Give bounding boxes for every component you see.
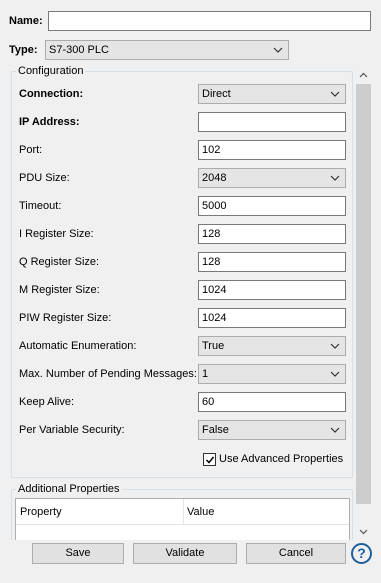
checkmark-icon xyxy=(205,456,215,464)
chevron-down-icon xyxy=(273,47,283,53)
per-variable-security-select-value: False xyxy=(202,424,229,436)
configuration-group xyxy=(11,71,353,478)
pdu-size-select-value: 2048 xyxy=(202,172,227,184)
max-pending-select[interactable]: 1 xyxy=(198,364,346,384)
per-variable-security-select[interactable]: False xyxy=(198,420,346,440)
m-register-label: M Register Size: xyxy=(19,284,100,296)
save-button[interactable]: Save xyxy=(32,543,124,564)
chevron-down-icon xyxy=(330,175,340,181)
ip-address-input[interactable] xyxy=(198,112,346,132)
piw-register-label: PIW Register Size: xyxy=(19,312,112,324)
advanced-properties-checkbox[interactable] xyxy=(203,453,216,466)
keep-alive-input[interactable]: 60 xyxy=(198,392,346,412)
name-input[interactable] xyxy=(48,11,371,31)
i-register-input[interactable]: 128 xyxy=(198,224,346,244)
type-label: Type: xyxy=(9,44,38,56)
chevron-down-icon xyxy=(330,427,340,433)
name-label: Name: xyxy=(9,15,43,27)
m-register-input[interactable]: 1024 xyxy=(198,280,346,300)
vertical-scrollbar[interactable] xyxy=(355,68,372,540)
ip-address-label: IP Address: xyxy=(19,116,80,128)
connection-label: Connection: xyxy=(19,88,84,100)
connection-select[interactable]: Direct xyxy=(198,84,346,104)
type-select[interactable]: S7-300 PLC xyxy=(45,40,289,60)
q-register-label: Q Register Size: xyxy=(19,256,100,268)
chevron-down-icon xyxy=(330,371,340,377)
q-register-input[interactable]: 128 xyxy=(198,252,346,272)
per-variable-security-label: Per Variable Security: xyxy=(19,424,125,436)
port-input[interactable]: 102 xyxy=(198,140,346,160)
help-icon[interactable]: ? xyxy=(351,543,372,564)
port-label: Port: xyxy=(19,144,43,156)
max-pending-select-value: 1 xyxy=(202,368,209,380)
chevron-down-icon xyxy=(330,91,340,97)
validate-button[interactable]: Validate xyxy=(133,543,237,564)
i-register-label: I Register Size: xyxy=(19,228,94,240)
table-header: Property Value xyxy=(16,499,349,525)
keep-alive-label: Keep Alive: xyxy=(19,396,75,408)
auto-enumeration-select[interactable]: True xyxy=(198,336,346,356)
pdu-size-label: PDU Size: xyxy=(19,172,70,184)
scroll-down-icon[interactable] xyxy=(359,529,368,535)
scrollbar-thumb[interactable] xyxy=(356,84,371,504)
max-pending-label: Max. Number of Pending Messages: xyxy=(19,368,197,380)
timeout-input[interactable]: 5000 xyxy=(198,196,346,216)
type-select-value: S7-300 PLC xyxy=(49,44,109,56)
advanced-properties-label: Use Advanced Properties xyxy=(219,453,344,465)
scroll-up-icon[interactable] xyxy=(359,72,368,78)
auto-enumeration-label: Automatic Enumeration: xyxy=(19,340,137,352)
additional-properties-title: Additional Properties xyxy=(16,483,122,496)
piw-register-input[interactable]: 1024 xyxy=(198,308,346,328)
configuration-title: Configuration xyxy=(16,65,86,78)
connection-select-value: Direct xyxy=(202,88,231,100)
column-header-value[interactable]: Value xyxy=(187,506,214,518)
timeout-label: Timeout: xyxy=(19,200,62,212)
pdu-size-select[interactable]: 2048 xyxy=(198,168,346,188)
properties-table[interactable]: Property Value xyxy=(15,498,350,540)
chevron-down-icon xyxy=(330,343,340,349)
column-divider[interactable] xyxy=(183,499,184,525)
column-header-property[interactable]: Property xyxy=(20,506,62,518)
cancel-button[interactable]: Cancel xyxy=(246,543,346,564)
auto-enumeration-select-value: True xyxy=(202,340,225,352)
